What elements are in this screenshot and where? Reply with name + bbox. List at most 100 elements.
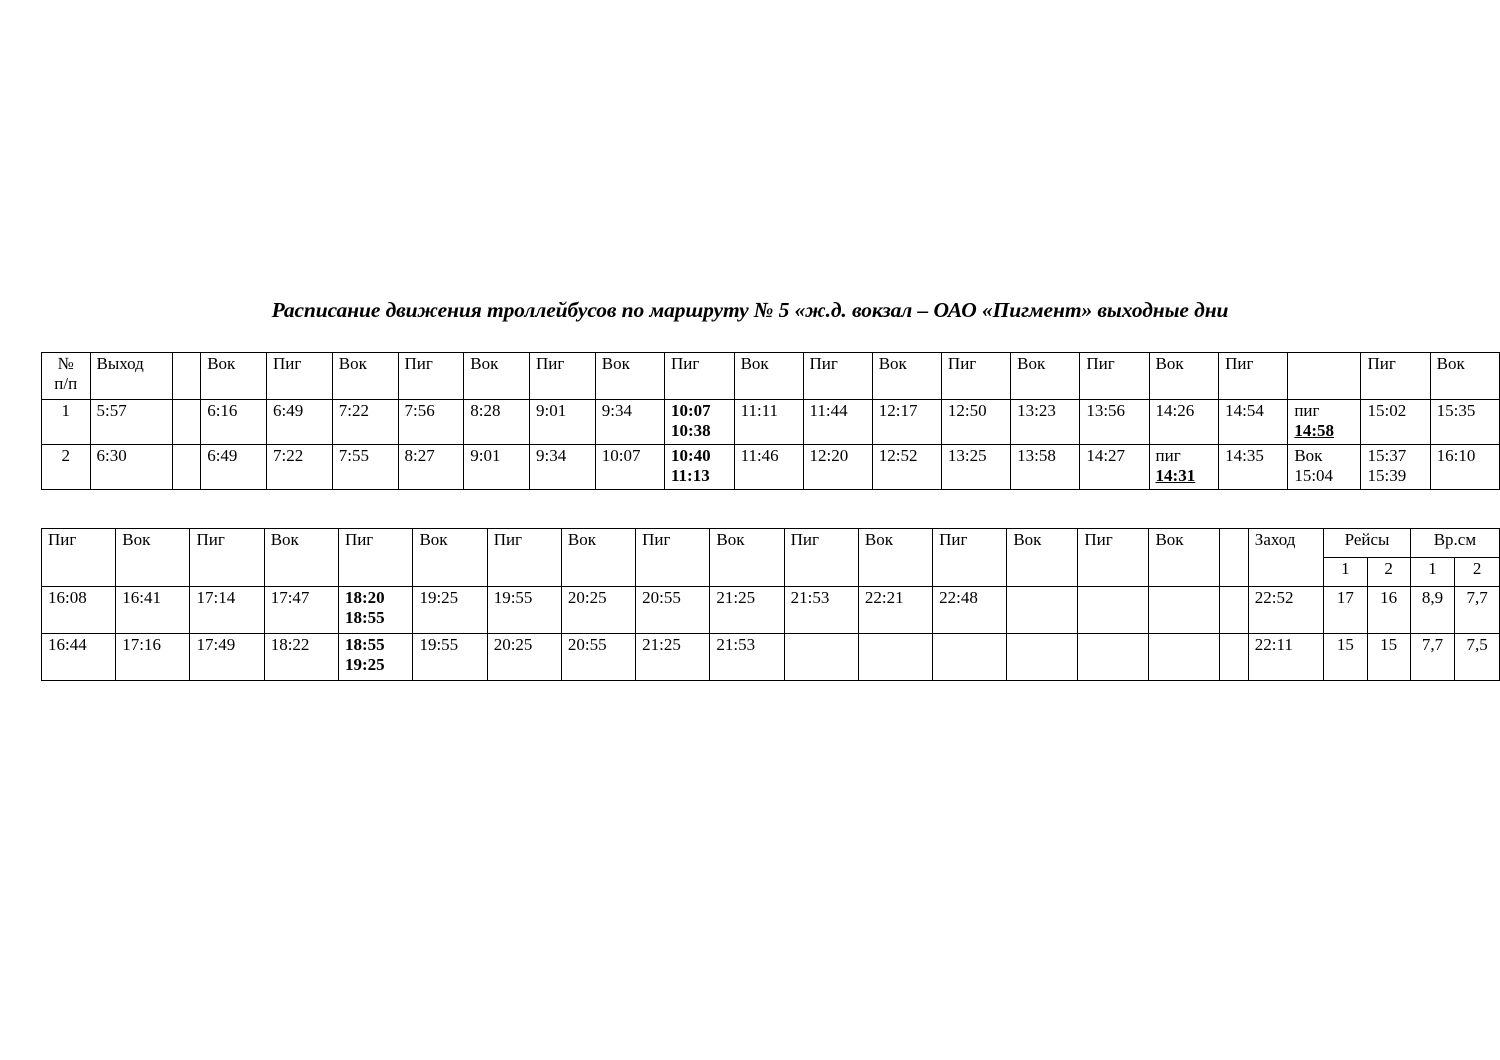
table2-col-header-пиг-14: Пиг <box>1077 528 1150 587</box>
time-line1: 14:26 <box>1155 401 1195 420</box>
row-time-cell: 20:55 <box>635 586 711 634</box>
table1-col-header-gap <box>171 352 202 400</box>
table1-col-header-вок-17: Вок <box>1148 352 1220 400</box>
schedule-table-evening: Пиг Вок Пиг Вок Пиг Вок Пиг Вок Пиг Вок Пиг Вок Пиг В… <box>40 528 1500 681</box>
time-line1: 16:41 <box>122 588 161 607</box>
row-time-cell: 13:56 <box>1079 399 1150 445</box>
table1-col-header-пиг-20: Пиг <box>1360 352 1431 400</box>
row-time-cell: 19:55 <box>412 633 488 681</box>
table2-col-header-shifttime-group: Вр.см <box>1409 528 1500 558</box>
table1-col-header-departure: Выход <box>89 352 173 400</box>
table2-col-header-вок-5: Вок <box>412 528 488 587</box>
row-time-cell <box>1077 586 1150 634</box>
row-time-cell: 15:02 <box>1360 399 1431 445</box>
row-time-cell: 17:47 <box>263 586 339 634</box>
row-time-cell: 13:58 <box>1010 444 1081 490</box>
row-time-cell: 13:25 <box>940 444 1012 490</box>
time-line1: 17:49 <box>196 635 236 654</box>
table2-header: Пиг Вок Пиг Вок Пиг Вок Пиг Вок Пиг Вок Пиг Вок Пиг В… <box>40 528 1500 587</box>
schedule-table-morning: № п/п Выход Вок Пиг Вок Пиг Вок Пиг Вок Пиг Вок Пиг В… <box>41 352 1500 490</box>
time-line1: 13:23 <box>1017 401 1056 420</box>
table2-col-header-blank <box>1219 528 1249 587</box>
table-row: 16:44 17:16 17:49 18:22 18:55 19:25 19:55 20:25… <box>40 633 1500 681</box>
row-time-cell: Вок 15:04 <box>1287 444 1362 490</box>
row-time-cell <box>1148 586 1221 634</box>
table2-col-header-вок-11: Вок <box>857 528 934 587</box>
time-line1: 13:56 <box>1086 401 1126 420</box>
time-line1: 6:16 <box>207 401 238 420</box>
table1-col-header-пиг-4: Пиг <box>265 352 333 400</box>
row-time-cell: 12:17 <box>871 399 942 445</box>
time-line1: 9:01 <box>470 446 501 465</box>
time-line1: 11:44 <box>809 401 848 420</box>
row-trips-1: 17 <box>1323 586 1368 634</box>
row-time-cell <box>857 633 934 681</box>
page-title: Расписание движения троллейбусов по марш… <box>271 298 1229 322</box>
table2-col-header-вок-15: Вок <box>1148 528 1221 587</box>
time-line1: 14:27 <box>1086 446 1126 465</box>
row-time-cell: 17:16 <box>115 633 191 681</box>
time-line1: 17:14 <box>196 588 236 607</box>
row-time-cell <box>1006 586 1079 634</box>
row-time-cell: 10:40 11:13 <box>664 444 735 490</box>
time-line1: Вок <box>1294 446 1323 465</box>
table-row: 1 5:57 6:16 6:49 7:22 7:56 8:28 9:01 9:34 10:07 10… <box>41 399 1500 445</box>
row-shifttime-2: 7,5 <box>1454 633 1500 681</box>
table1-col-header-пиг-6: Пиг <box>397 352 465 400</box>
time-line1: 9:34 <box>536 446 567 465</box>
row-time-cell: 13:23 <box>1010 399 1081 445</box>
table2-col-header-trips-2: 2 <box>1366 557 1411 587</box>
row-time-cell: 19:55 <box>486 586 562 634</box>
row-time-cell: 22:21 <box>857 586 934 634</box>
time-line2: 14:58 <box>1294 421 1334 441</box>
table2-col-header-пиг-6: Пиг <box>486 528 562 587</box>
time-line1: 21:53 <box>790 588 830 607</box>
row-time-cell: 18:55 19:25 <box>337 633 414 681</box>
table2-col-header-пиг-4: Пиг <box>337 528 414 587</box>
time-line2: 19:25 <box>344 655 385 675</box>
table1-header-row: № п/п Выход Вок Пиг Вок Пиг Вок Пиг Вок Пиг Вок Пиг В… <box>41 352 1500 400</box>
row-time-cell: 16:08 <box>40 586 117 634</box>
time-line1: 19:25 <box>419 588 459 607</box>
row-trips-1: 15 <box>1323 633 1368 681</box>
time-line1: 20:25 <box>493 635 533 654</box>
table-row: 2 6:30 6:49 7:22 7:55 8:27 9:01 9:34 10:07 10:40 1… <box>41 444 1500 490</box>
time-line1: 18:55 <box>344 635 385 654</box>
time-line1: 7:56 <box>404 401 435 420</box>
row-time-cell: 9:34 <box>594 399 666 445</box>
table2-col-header-вок-13: Вок <box>1006 528 1079 587</box>
header-number-line1: № <box>57 354 74 373</box>
table2-col-header-пиг-12: Пиг <box>932 528 1008 587</box>
row-shifttime-1: 7,7 <box>1409 633 1456 681</box>
row-departure: 6:30 <box>89 444 173 490</box>
row-time-cell <box>932 633 1008 681</box>
time-line1: 8:27 <box>404 446 435 465</box>
table1-col-header-вок-5: Вок <box>331 352 399 400</box>
table2-col-header-вок-3: Вок <box>263 528 339 587</box>
row-time-cell: 21:25 <box>635 633 711 681</box>
row-shifttime-1: 8,9 <box>1409 586 1456 634</box>
row-time-cell: 14:35 <box>1218 444 1289 490</box>
table1-col-header-пиг-16: Пиг <box>1079 352 1150 400</box>
time-line1: 20:55 <box>567 635 607 654</box>
table1-col-header-вок-9: Вок <box>594 352 666 400</box>
row-arrival: 22:52 <box>1247 586 1325 634</box>
row-time-cell <box>1148 633 1221 681</box>
row-number: 2 <box>41 444 91 490</box>
table1-col-header-вок-13: Вок <box>871 352 942 400</box>
row-time-cell: 7:22 <box>331 399 399 445</box>
table1-col-header-вок-15: Вок <box>1010 352 1081 400</box>
time-line1: 19:55 <box>419 635 459 654</box>
row-time-cell: 16:41 <box>115 586 191 634</box>
row-time-cell: 8:27 <box>397 444 465 490</box>
time-line1: пиг <box>1155 446 1181 465</box>
time-line1: 7:22 <box>272 446 304 465</box>
row-time-cell: 14:26 <box>1148 399 1220 445</box>
time-line1: 8:28 <box>470 401 501 420</box>
row-time-cell: 6:49 <box>200 444 267 490</box>
time-line1: 11:11 <box>740 401 779 420</box>
row-shifttime-2: 7,7 <box>1454 586 1500 634</box>
time-line1: 19:55 <box>493 588 533 607</box>
row-time-cell: 11:44 <box>802 399 873 445</box>
row-trips-2: 16 <box>1366 586 1411 634</box>
